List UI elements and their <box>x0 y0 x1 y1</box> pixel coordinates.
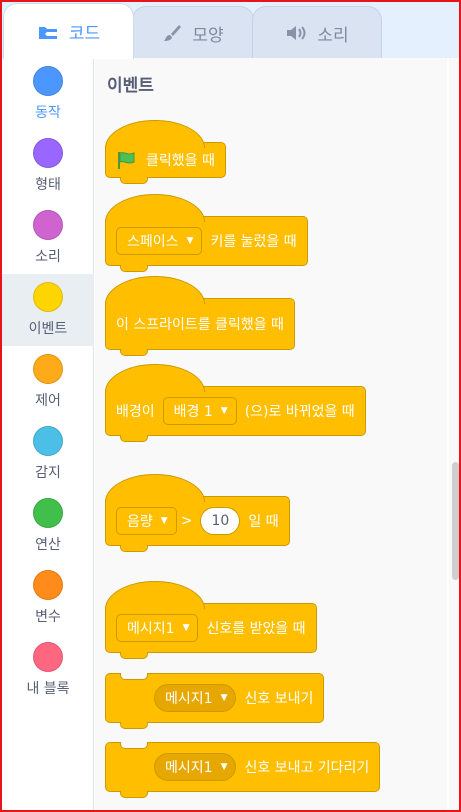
section-title: 이벤트 <box>107 76 154 96</box>
tab-code-label: 코드 <box>68 24 101 44</box>
message-dropdown[interactable]: 메시지1 ▼ <box>116 614 199 642</box>
caret-down-icon: ▼ <box>220 693 228 703</box>
hat-shape <box>105 364 205 392</box>
operators-category-icon <box>33 498 63 528</box>
broadcast-block[interactable]: 메시지1 ▼ 신호 보내기 <box>105 673 325 729</box>
speaker-icon <box>285 24 307 42</box>
tab-costumes[interactable]: 모양 <box>132 6 254 59</box>
category-control[interactable]: 제어 <box>2 346 94 418</box>
block-notch-top <box>120 742 148 749</box>
backdrop-dropdown[interactable]: 배경 1 ▼ <box>162 397 237 425</box>
when-greater-than-block[interactable]: 음량 ▼ > 10 일 때 <box>105 474 290 552</box>
motion-category-icon <box>33 66 63 96</box>
dropdown-value: 스페이스 <box>127 234 179 250</box>
threshold-input[interactable]: 10 <box>200 507 241 535</box>
category-label: 이벤트 <box>28 321 68 337</box>
broadcast-and-wait-block[interactable]: 메시지1 ▼ 신호 보내고 기다리기 <box>105 742 381 798</box>
category-operators[interactable]: 연산 <box>2 490 94 562</box>
variables-category-icon <box>33 570 63 600</box>
when-key-pressed-block[interactable]: 스페이스 ▼ 키를 눌렀을 때 <box>105 194 308 272</box>
block-label: 클릭했을 때 <box>146 153 215 169</box>
category-label: 변수 <box>35 609 61 625</box>
category-label: 감지 <box>35 465 61 481</box>
sound-category-icon <box>33 210 63 240</box>
block-label: 신호 보내고 기다리기 <box>244 760 370 776</box>
control-category-icon <box>33 354 63 384</box>
block-notch-top <box>120 673 148 680</box>
dropdown-value: 음량 <box>127 514 153 530</box>
tab-costumes-label: 모양 <box>192 25 224 46</box>
green-flag-icon <box>116 150 136 170</box>
category-sidebar: 동작 형태 소리 이벤트 제어 감지 연산 변수 내 블록 <box>2 58 94 810</box>
sensor-dropdown[interactable]: 음량 ▼ <box>116 507 177 535</box>
category-label: 내 블록 <box>26 681 70 697</box>
block-notch <box>120 177 148 184</box>
block-label: 이 스프라이트를 클릭했을 때 <box>116 317 284 333</box>
palette-scrollbar-track[interactable] <box>449 58 459 810</box>
caret-down-icon: ▼ <box>186 236 194 246</box>
dropdown-value: 메시지1 <box>165 760 213 776</box>
code-icon <box>37 24 59 40</box>
block-label-prefix: 배경이 <box>116 404 155 420</box>
block-notch <box>120 791 148 798</box>
hat-shape <box>105 120 205 148</box>
category-label: 동작 <box>35 105 61 121</box>
block-notch <box>120 265 148 272</box>
dropdown-value: 메시지1 <box>127 621 175 637</box>
category-label: 연산 <box>35 537 61 553</box>
dropdown-value: 배경 1 <box>173 404 213 420</box>
caret-down-icon: ▼ <box>160 516 168 526</box>
block-palette: 이벤트 클릭했을 때 스페이스 ▼ 키를 눌렀을 때 이 스프라이트를 클릭했을… <box>95 58 447 810</box>
broadcast-wait-message-dropdown[interactable]: 메시지1 ▼ <box>154 753 237 781</box>
category-motion[interactable]: 동작 <box>2 58 94 130</box>
tab-code[interactable]: 코드 <box>3 3 134 59</box>
category-my-blocks[interactable]: 내 블록 <box>2 634 94 706</box>
hat-shape <box>105 474 205 502</box>
sensing-category-icon <box>33 426 63 456</box>
when-backdrop-switches-block[interactable]: 배경이 배경 1 ▼ (으)로 바뀌었을 때 <box>105 364 366 442</box>
when-i-receive-block[interactable]: 메시지1 ▼ 신호를 받았을 때 <box>105 581 317 659</box>
block-label-suffix: 일 때 <box>248 514 279 530</box>
when-flag-clicked-block[interactable]: 클릭했을 때 <box>105 120 226 184</box>
when-sprite-clicked-block[interactable]: 이 스프라이트를 클릭했을 때 <box>105 276 295 356</box>
hat-shape <box>105 581 205 609</box>
hat-shape <box>105 276 205 304</box>
category-sound[interactable]: 소리 <box>2 202 94 274</box>
editor-tab-bar: 코드 모양 소리 <box>0 0 461 59</box>
my-blocks-category-icon <box>33 642 63 672</box>
category-variables[interactable]: 변수 <box>2 562 94 634</box>
operator-label: > <box>180 513 193 529</box>
tab-sounds-label: 소리 <box>317 25 349 46</box>
category-sensing[interactable]: 감지 <box>2 418 94 490</box>
category-looks[interactable]: 형태 <box>2 130 94 202</box>
block-notch <box>120 652 148 659</box>
block-notch <box>120 349 148 356</box>
block-label: 키를 눌렀을 때 <box>210 234 297 250</box>
looks-category-icon <box>33 138 63 168</box>
caret-down-icon: ▼ <box>182 623 190 633</box>
events-category-icon <box>33 282 63 312</box>
block-label-suffix: (으)로 바뀌었을 때 <box>244 404 355 420</box>
dropdown-value: 메시지1 <box>165 691 213 707</box>
block-notch <box>120 545 148 552</box>
tab-sounds[interactable]: 소리 <box>252 6 382 59</box>
broadcast-message-dropdown[interactable]: 메시지1 ▼ <box>154 684 237 712</box>
hat-shape <box>105 194 205 222</box>
caret-down-icon: ▼ <box>220 406 228 416</box>
block-notch <box>120 722 148 729</box>
block-label: 신호 보내기 <box>244 691 314 707</box>
caret-down-icon: ▼ <box>220 762 228 772</box>
brush-icon <box>162 23 182 43</box>
category-label: 제어 <box>35 393 61 409</box>
block-notch <box>120 435 148 442</box>
category-events[interactable]: 이벤트 <box>2 274 94 346</box>
category-label: 형태 <box>35 177 61 193</box>
key-dropdown[interactable]: 스페이스 ▼ <box>116 227 203 255</box>
palette-scrollbar-thumb[interactable] <box>452 462 459 580</box>
block-label: 신호를 받았을 때 <box>206 621 306 637</box>
category-label: 소리 <box>35 249 61 265</box>
